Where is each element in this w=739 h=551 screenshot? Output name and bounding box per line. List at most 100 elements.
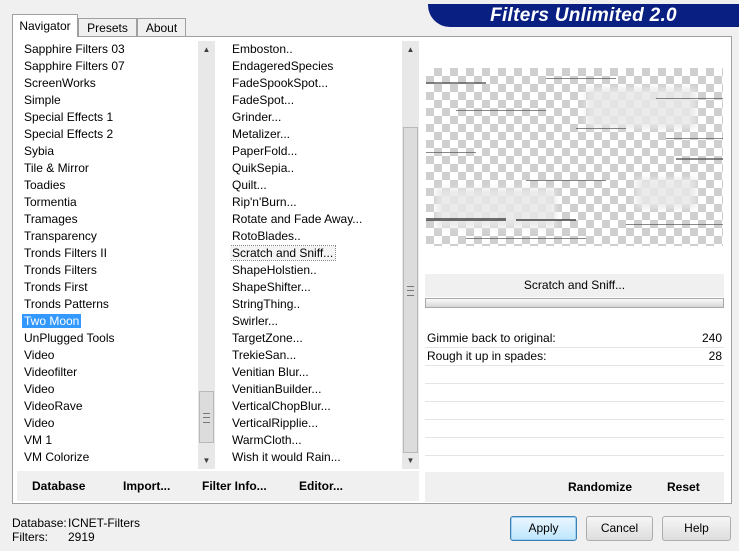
filter-item[interactable]: Swirler...: [230, 313, 280, 330]
filter-item[interactable]: StringThing..: [230, 296, 302, 313]
parameter-value[interactable]: 28: [709, 348, 722, 365]
filter-item[interactable]: Venitian Blur...: [230, 364, 311, 381]
database-label: Database:: [12, 516, 67, 530]
category-item[interactable]: Video: [22, 415, 56, 432]
category-item[interactable]: Special Effects 1: [22, 109, 115, 126]
scroll-down-icon[interactable]: ▼: [402, 452, 419, 469]
filter-item[interactable]: FadeSpookSpot...: [230, 75, 330, 92]
help-button[interactable]: Help: [662, 516, 731, 541]
filter-item[interactable]: Quilt...: [230, 177, 269, 194]
category-item[interactable]: Tronds First: [22, 279, 90, 296]
scroll-down-icon[interactable]: ▼: [198, 452, 215, 469]
category-item[interactable]: Videofilter: [22, 364, 79, 381]
category-list[interactable]: Sapphire Filters 03 Sapphire Filters 07 Sc…: [22, 41, 202, 469]
category-item[interactable]: Video: [22, 381, 56, 398]
filter-item[interactable]: RotoBlades..: [230, 228, 303, 245]
list-item-label: EndageredSpecies: [232, 59, 334, 73]
editor-button[interactable]: Editor...: [299, 471, 343, 501]
category-item[interactable]: Tramages: [22, 211, 80, 228]
category-item[interactable]: Tronds Patterns: [22, 296, 111, 313]
category-item[interactable]: Sybia: [22, 143, 56, 160]
category-item[interactable]: Tronds Filters II: [22, 245, 109, 262]
category-item[interactable]: VM Colorize: [22, 449, 91, 466]
category-item[interactable]: Two Moon: [22, 313, 82, 330]
database-button[interactable]: Database: [32, 471, 85, 501]
preview-streak: [626, 224, 723, 225]
filter-item[interactable]: Rip'n'Burn...: [230, 194, 299, 211]
list-item-label: Sapphire Filters 03: [24, 42, 125, 56]
parameter-row-empty: [425, 420, 724, 438]
filter-item[interactable]: Grinder...: [230, 109, 283, 126]
list-item-label: Tronds Patterns: [24, 297, 109, 311]
category-item[interactable]: Special Effects 2: [22, 126, 115, 143]
preview-streak: [546, 78, 616, 79]
category-item[interactable]: Sapphire Filters 07: [22, 58, 127, 75]
tab-navigator[interactable]: Navigator: [12, 14, 78, 37]
filter-item[interactable]: VenitianBuilder...: [230, 381, 323, 398]
filter-list[interactable]: Emboston.. EndageredSpecies FadeSpookSpot.…: [230, 41, 400, 469]
list-item-label: Simple: [24, 93, 61, 107]
category-item[interactable]: Tile & Mirror: [22, 160, 91, 177]
filter-item[interactable]: VerticalChopBlur...: [230, 398, 333, 415]
category-scrollbar[interactable]: ▲ ▼: [198, 41, 215, 469]
category-item[interactable]: UnPlugged Tools: [22, 330, 117, 347]
parameter-value[interactable]: 240: [702, 330, 722, 347]
apply-button[interactable]: Apply: [510, 516, 577, 541]
grip-icon: [203, 413, 210, 423]
list-item-label: Tormentia: [24, 195, 77, 209]
list-item-label: StringThing..: [232, 297, 301, 311]
filter-item[interactable]: TargetZone...: [230, 330, 305, 347]
filter-item[interactable]: Emboston..: [230, 41, 295, 58]
filter-item[interactable]: EndageredSpecies: [230, 58, 335, 75]
filter-item[interactable]: QuikSepia..: [230, 160, 296, 177]
category-item[interactable]: ScreenWorks: [22, 75, 98, 92]
filter-item[interactable]: Scratch and Sniff...: [230, 245, 337, 262]
category-scroll-thumb[interactable]: [199, 391, 214, 443]
list-item-label: Rip'n'Burn...: [232, 195, 297, 209]
scroll-up-icon[interactable]: ▲: [198, 41, 215, 58]
filter-item[interactable]: Wish it would Rain...: [230, 449, 343, 466]
category-item[interactable]: Simple: [22, 92, 63, 109]
category-item[interactable]: Transparency: [22, 228, 99, 245]
list-item-label: Video: [24, 416, 55, 430]
category-item[interactable]: VideoRave: [22, 398, 85, 415]
category-item[interactable]: Sapphire Filters 03: [22, 41, 127, 58]
filter-info-button[interactable]: Filter Info...: [202, 471, 267, 501]
filter-item[interactable]: Rotate and Fade Away...: [230, 211, 364, 228]
category-item[interactable]: Tronds Filters: [22, 262, 99, 279]
filter-item[interactable]: TrekieSan...: [230, 347, 298, 364]
filter-item[interactable]: WarmCloth...: [230, 432, 304, 449]
preview-streak: [656, 98, 723, 99]
filter-item[interactable]: ShapeShifter...: [230, 279, 313, 296]
category-item[interactable]: Video: [22, 347, 56, 364]
tab-presets[interactable]: Presets: [78, 18, 137, 36]
filter-scrollbar[interactable]: ▲ ▼: [402, 41, 419, 469]
import-button[interactable]: Import...: [123, 471, 170, 501]
category-item[interactable]: Tormentia: [22, 194, 79, 211]
filter-item[interactable]: PaperFold...: [230, 143, 299, 160]
scroll-up-icon[interactable]: ▲: [402, 41, 419, 58]
list-item-label: QuikSepia..: [232, 161, 295, 175]
list-item-label: Tronds Filters: [24, 263, 97, 277]
filter-scroll-thumb[interactable]: [403, 127, 418, 453]
filter-item[interactable]: ShapeHolstien..: [230, 262, 319, 279]
parameter-list: Gimmie back to original: 240 Rough it up…: [425, 330, 724, 474]
cancel-button[interactable]: Cancel: [586, 516, 653, 541]
randomize-button[interactable]: Randomize: [568, 472, 632, 502]
category-item[interactable]: VM Distortion: [22, 466, 98, 469]
parameter-row[interactable]: Rough it up in spades: 28: [425, 348, 724, 366]
filter-item[interactable]: VerticalRipplie...: [230, 415, 320, 432]
filter-item[interactable]: Metalizer...: [230, 126, 292, 143]
parameter-row-empty: [425, 366, 724, 384]
category-item[interactable]: Toadies: [22, 177, 67, 194]
preview-streak: [426, 82, 486, 84]
list-item-label: Rotate and Fade Away...: [232, 212, 363, 226]
reset-button[interactable]: Reset: [667, 472, 700, 502]
list-item-label: Video: [24, 382, 55, 396]
filter-item[interactable]: FadeSpot...: [230, 92, 296, 109]
tab-about[interactable]: About: [137, 18, 186, 36]
parameter-row[interactable]: Gimmie back to original: 240: [425, 330, 724, 348]
preview-streak: [456, 110, 546, 111]
preview-streak: [676, 158, 723, 160]
category-item[interactable]: VM 1: [22, 432, 54, 449]
